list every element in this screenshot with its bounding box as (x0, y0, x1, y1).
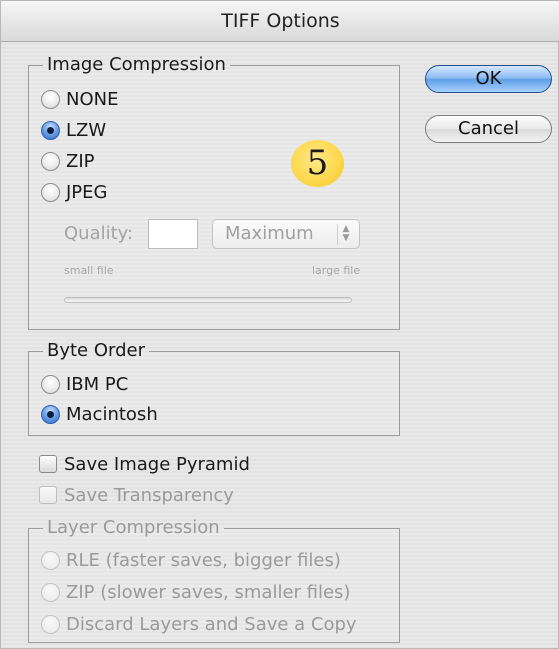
quality-input[interactable] (148, 219, 198, 249)
save-image-pyramid-checkbox[interactable]: Save Image Pyramid (39, 451, 250, 477)
radio-layer-zip-label: ZIP (slower saves, smaller files) (66, 581, 351, 603)
small-file-label: small file (64, 264, 114, 277)
radio-lzw-indicator (41, 120, 60, 140)
save-image-pyramid-label: Save Image Pyramid (64, 453, 250, 475)
quality-label: Quality: (64, 223, 134, 244)
radio-jpeg[interactable]: JPEG (41, 179, 107, 205)
radio-none[interactable]: NONE (41, 86, 118, 112)
save-transparency-box (39, 486, 57, 504)
large-file-label: large file (312, 264, 361, 277)
radio-macintosh[interactable]: Macintosh (41, 401, 158, 427)
radio-layer-zip: ZIP (slower saves, smaller files) (41, 579, 350, 605)
radio-ibm-pc-indicator (41, 374, 60, 394)
save-transparency-label: Save Transparency (64, 484, 234, 506)
radio-jpeg-label: JPEG (66, 181, 108, 203)
callout-number-badge: 5 (291, 140, 344, 187)
radio-layer-discard: Discard Layers and Save a Copy (41, 611, 357, 637)
radio-layer-rle: RLE (faster saves, bigger files) (41, 547, 341, 573)
radio-macintosh-indicator (41, 404, 60, 424)
radio-lzw[interactable]: LZW (41, 117, 106, 143)
radio-none-label: NONE (66, 88, 119, 110)
radio-layer-discard-indicator (41, 614, 60, 634)
radio-jpeg-indicator (41, 182, 60, 202)
radio-lzw-label: LZW (66, 119, 107, 141)
cancel-button[interactable]: Cancel (425, 115, 552, 143)
quality-select-value: Maximum (225, 223, 314, 244)
save-image-pyramid-box (39, 455, 57, 473)
radio-zip[interactable]: ZIP (41, 148, 95, 174)
radio-none-indicator (41, 89, 60, 109)
dialog-title: TIFF Options (1, 1, 559, 42)
radio-macintosh-label: Macintosh (66, 403, 158, 425)
radio-layer-discard-label: Discard Layers and Save a Copy (66, 613, 357, 635)
radio-layer-rle-label: RLE (faster saves, bigger files) (66, 549, 341, 571)
quality-select[interactable]: Maximum ▲ ▼ (212, 219, 360, 249)
radio-layer-rle-indicator (41, 550, 60, 570)
byte-order-legend: Byte Order (47, 340, 146, 361)
ok-button[interactable]: OK (425, 65, 552, 93)
stepper-arrows-icon: ▲ ▼ (337, 224, 354, 245)
tiff-options-dialog: TIFF Options Image Compression NONE LZW … (0, 0, 559, 649)
radio-layer-zip-indicator (41, 582, 60, 602)
radio-zip-label: ZIP (66, 150, 95, 172)
radio-ibm-pc[interactable]: IBM PC (41, 371, 128, 397)
save-transparency-checkbox: Save Transparency (39, 482, 234, 508)
radio-ibm-pc-label: IBM PC (66, 373, 129, 395)
quality-slider[interactable] (64, 297, 352, 303)
image-compression-legend: Image Compression (47, 54, 226, 75)
radio-zip-indicator (41, 151, 60, 171)
layer-compression-legend: Layer Compression (47, 517, 220, 538)
